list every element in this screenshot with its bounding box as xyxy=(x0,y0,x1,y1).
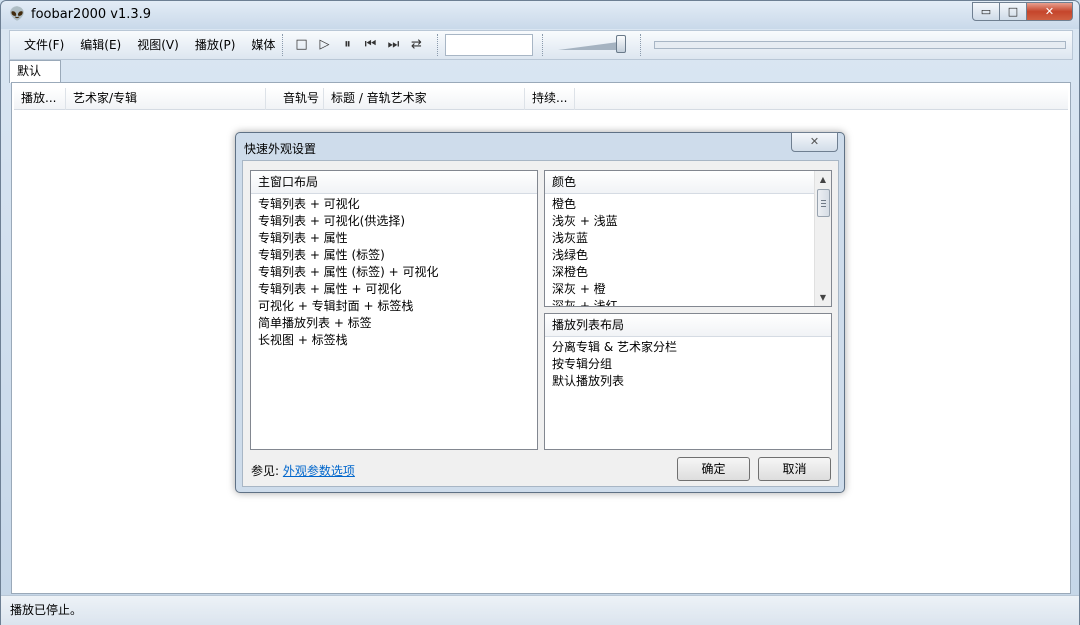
list-item[interactable]: 简单播放列表 + 标签 xyxy=(251,315,537,332)
colors-scrollbar[interactable]: ▲ ▼ xyxy=(814,171,831,306)
list-item[interactable]: 专辑列表 + 属性 xyxy=(251,230,537,247)
dialog-title: 快速外观设置 xyxy=(244,142,317,156)
list-item[interactable]: 专辑列表 + 可视化 xyxy=(251,196,537,213)
pause-icon: ⏸ xyxy=(344,37,351,52)
grip-line xyxy=(821,206,826,207)
playlist-column-header: 播放... 艺术家/专辑 音轨号 标题 / 音轨艺术家 持续... xyxy=(14,88,1068,110)
list-item[interactable]: 专辑列表 + 可视化(供选择) xyxy=(251,213,537,230)
colors-list[interactable]: 颜色 橙色 浅灰 + 浅蓝 浅灰蓝 浅绿色 深橙色 深灰 + 橙 深灰 + 浅红… xyxy=(544,170,832,307)
toolbar-separator xyxy=(542,34,544,56)
main-layout-header: 主窗口布局 xyxy=(251,171,537,194)
next-button[interactable]: ⏭ xyxy=(382,35,405,55)
scroll-up-icon[interactable]: ▲ xyxy=(815,171,831,188)
see-also-label: 参见: xyxy=(251,464,280,478)
list-item[interactable]: 浅绿色 xyxy=(545,247,814,264)
grip-line xyxy=(821,200,826,201)
playlist-tabs: 默认 xyxy=(9,60,1073,83)
scroll-thumb[interactable] xyxy=(817,189,830,217)
playback-order-box[interactable] xyxy=(445,34,533,56)
colors-header: 颜色 xyxy=(545,171,814,194)
list-item[interactable]: 深橙色 xyxy=(545,264,814,281)
close-button[interactable]: ✕ xyxy=(1027,2,1073,21)
list-item[interactable]: 分离专辑 & 艺术家分栏 xyxy=(545,339,831,356)
list-item[interactable]: 默认播放列表 xyxy=(545,373,831,390)
cancel-button[interactable]: 取消 xyxy=(758,457,831,481)
menu-library[interactable]: 媒体 xyxy=(243,35,283,55)
play-icon: ▷ xyxy=(319,37,330,52)
stop-icon: □ xyxy=(295,37,308,52)
list-item[interactable]: 橙色 xyxy=(545,196,814,213)
play-button[interactable]: ▷ xyxy=(313,35,336,55)
playback-controls: □ ▷ ⏸ ⏮ ⏭ ⇄ xyxy=(290,35,428,55)
window-title: foobar2000 v1.3.9 xyxy=(31,7,152,22)
playlist-layout-list[interactable]: 播放列表布局 分离专辑 & 艺术家分栏 按专辑分组 默认播放列表 xyxy=(544,313,832,450)
foobar-alien-icon: 👽 xyxy=(9,7,26,22)
title-bar[interactable]: 👽 foobar2000 v1.3.9 ▭ □ ✕ xyxy=(1,1,1079,29)
previous-icon: ⏮ xyxy=(364,37,377,52)
column-title-artist[interactable]: 标题 / 音轨艺术家 xyxy=(324,88,525,110)
list-item[interactable]: 专辑列表 + 属性 (标签) + 可视化 xyxy=(251,264,537,281)
menu-edit[interactable]: 编辑(E) xyxy=(72,35,129,55)
stop-button[interactable]: □ xyxy=(290,35,313,55)
volume-thumb[interactable] xyxy=(616,35,626,53)
dialog-close-button[interactable]: ✕ xyxy=(791,132,838,152)
column-artist-album[interactable]: 艺术家/专辑 xyxy=(66,88,266,110)
previous-button[interactable]: ⏮ xyxy=(359,35,382,55)
appearance-preferences-link[interactable]: 外观参数选项 xyxy=(283,464,355,478)
dialog-body: 主窗口布局 专辑列表 + 可视化 专辑列表 + 可视化(供选择) 专辑列表 + … xyxy=(242,160,839,487)
next-icon: ⏭ xyxy=(387,37,400,52)
maximize-icon: □ xyxy=(1007,5,1019,18)
ok-button[interactable]: 确定 xyxy=(677,457,750,481)
menu-playback[interactable]: 播放(P) xyxy=(187,35,244,55)
maximize-button[interactable]: □ xyxy=(1000,2,1027,21)
window-controls: ▭ □ ✕ xyxy=(972,2,1073,21)
random-icon: ⇄ xyxy=(411,37,422,52)
toolbar-separator xyxy=(282,34,284,56)
list-item[interactable]: 专辑列表 + 属性 + 可视化 xyxy=(251,281,537,298)
list-item[interactable]: 可视化 + 专辑封面 + 标签栈 xyxy=(251,298,537,315)
seek-bar[interactable] xyxy=(654,41,1066,49)
playlist-layout-header: 播放列表布局 xyxy=(545,314,831,337)
status-text: 播放已停止。 xyxy=(10,603,83,617)
quick-appearance-dialog: 快速外观设置 ✕ 主窗口布局 专辑列表 + 可视化 专辑列表 + 可视化(供选择… xyxy=(235,132,845,493)
volume-slider[interactable] xyxy=(558,35,638,55)
column-duration[interactable]: 持续... xyxy=(525,88,575,110)
menu-view[interactable]: 视图(V) xyxy=(129,35,187,55)
list-item[interactable]: 长视图 + 标签栈 xyxy=(251,332,537,349)
list-item[interactable]: 专辑列表 + 属性 (标签) xyxy=(251,247,537,264)
toolbar-separator xyxy=(640,34,642,56)
pause-button[interactable]: ⏸ xyxy=(336,35,359,55)
column-playing[interactable]: 播放... xyxy=(14,88,66,110)
toolbar: 文件(F) 编辑(E) 视图(V) 播放(P) 媒体 □ ▷ ⏸ ⏮ ⏭ ⇄ xyxy=(9,30,1073,60)
see-also: 参见: 外观参数选项 xyxy=(251,462,355,479)
status-bar: 播放已停止。 xyxy=(1,595,1079,625)
grip-line xyxy=(821,203,826,204)
scroll-down-icon[interactable]: ▼ xyxy=(815,289,831,306)
column-track-no[interactable]: 音轨号 xyxy=(266,88,324,110)
close-icon: ✕ xyxy=(809,135,820,148)
list-item[interactable]: 深灰 + 浅红 xyxy=(545,298,814,306)
list-item[interactable]: 深灰 + 橙 xyxy=(545,281,814,298)
minimize-button[interactable]: ▭ xyxy=(972,2,1000,21)
list-item[interactable]: 按专辑分组 xyxy=(545,356,831,373)
list-item[interactable]: 浅灰 + 浅蓝 xyxy=(545,213,814,230)
menu-bar: 文件(F) 编辑(E) 视图(V) 播放(P) 媒体 xyxy=(16,31,283,59)
random-button[interactable]: ⇄ xyxy=(405,35,428,55)
main-layout-list[interactable]: 主窗口布局 专辑列表 + 可视化 专辑列表 + 可视化(供选择) 专辑列表 + … xyxy=(250,170,538,450)
menu-file[interactable]: 文件(F) xyxy=(16,35,72,55)
minimize-icon: ▭ xyxy=(980,5,992,18)
list-item[interactable]: 浅灰蓝 xyxy=(545,230,814,247)
toolbar-separator xyxy=(437,34,439,56)
close-icon: ✕ xyxy=(1044,5,1055,18)
tab-default[interactable]: 默认 xyxy=(9,60,61,83)
